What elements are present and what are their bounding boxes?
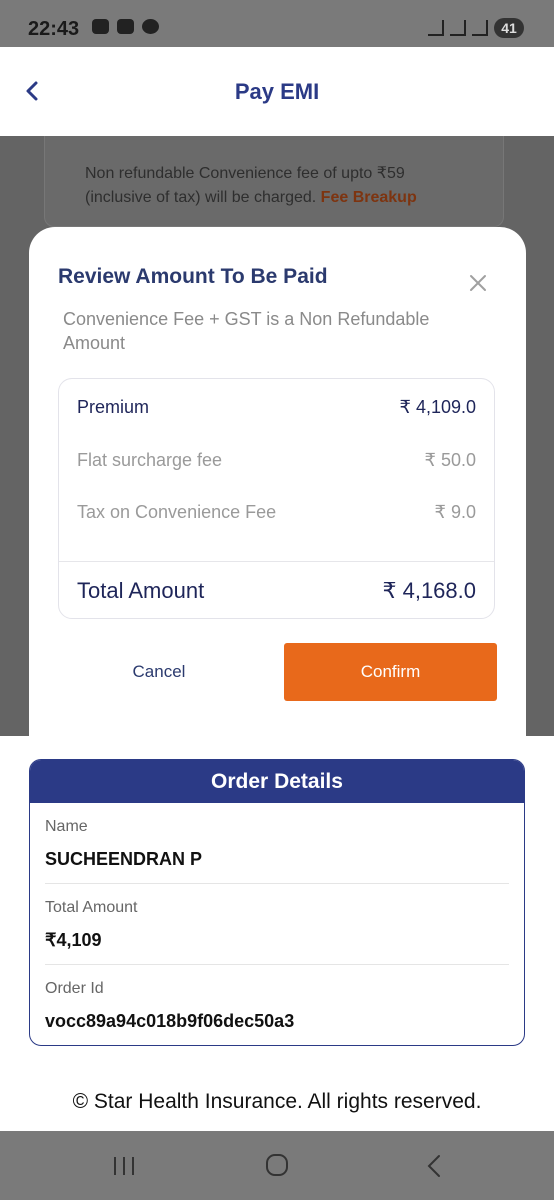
signal-icon-2: [472, 20, 488, 36]
wifi-icon: [428, 20, 444, 36]
fee-note: Non refundable Convenience fee of upto ₹…: [85, 162, 465, 210]
voicemail-icon: [117, 19, 134, 34]
copyright-footer: © Star Health Insurance. All rights rese…: [72, 1090, 482, 1113]
amount-label: Total Amount: [45, 899, 138, 916]
notification-icons: [92, 19, 159, 34]
modal-subtitle: Convenience Fee + GST is a Non Refundabl…: [63, 309, 430, 353]
recents-icon[interactable]: [112, 1156, 136, 1176]
order-name: Name SUCHEENDRAN P: [45, 818, 509, 870]
back-icon[interactable]: [424, 1153, 444, 1179]
premium-label: Premium: [77, 397, 150, 417]
surcharge-label: Flat surcharge fee: [77, 450, 223, 470]
battery-indicator: 41: [494, 18, 524, 38]
order-divider: [45, 964, 509, 965]
signal-icon: [450, 20, 466, 36]
whatsapp-icon: [142, 19, 159, 34]
order-amount: Total Amount ₹4,109: [45, 899, 509, 951]
premium-value: ₹ 4,109.0: [399, 397, 476, 417]
status-right: 41: [428, 18, 524, 38]
message-icon: [92, 19, 109, 34]
name-label: Name: [45, 818, 88, 835]
tax-label: Tax on Convenience Fee: [77, 502, 277, 522]
order-id-value: vocc89a94c018b9f06dec50a3: [45, 1011, 295, 1031]
order-divider: [45, 883, 509, 884]
system-nav-bar: [0, 1131, 554, 1200]
surcharge-value: ₹ 50.0: [424, 450, 477, 470]
total-value: ₹ 4,168.0: [382, 578, 476, 603]
order-details-title: Order Details: [30, 760, 524, 803]
status-time: 22:43: [28, 18, 80, 40]
modal-title: Review Amount To Be Paid: [58, 265, 328, 288]
confirm-button[interactable]: Confirm: [284, 643, 497, 701]
app-header: Pay EMI: [0, 47, 554, 137]
tax-value: ₹ 9.0: [434, 502, 476, 522]
amount-value: ₹4,109: [45, 930, 102, 950]
close-icon[interactable]: [467, 272, 489, 294]
order-details-card: Order Details Name SUCHEENDRAN P Total A…: [29, 759, 525, 1046]
amount-breakdown-card: Premium ₹ 4,109.0 Flat surcharge fee ₹ 5…: [58, 378, 495, 619]
review-amount-modal: Review Amount To Be Paid Convenience Fee…: [29, 227, 526, 737]
page-title: Pay EMI: [234, 79, 320, 104]
cancel-button[interactable]: Cancel: [99, 643, 219, 701]
fee-breakup-link[interactable]: Fee Breakup: [321, 189, 417, 206]
order-id: Order Id vocc89a94c018b9f06dec50a3: [45, 980, 509, 1032]
status-bar: 22:43 41: [0, 0, 554, 47]
total-label: Total Amount: [77, 578, 205, 603]
total-divider: [59, 561, 494, 562]
order-id-label: Order Id: [45, 980, 104, 997]
home-icon[interactable]: [265, 1153, 289, 1177]
name-value: SUCHEENDRAN P: [45, 849, 203, 869]
